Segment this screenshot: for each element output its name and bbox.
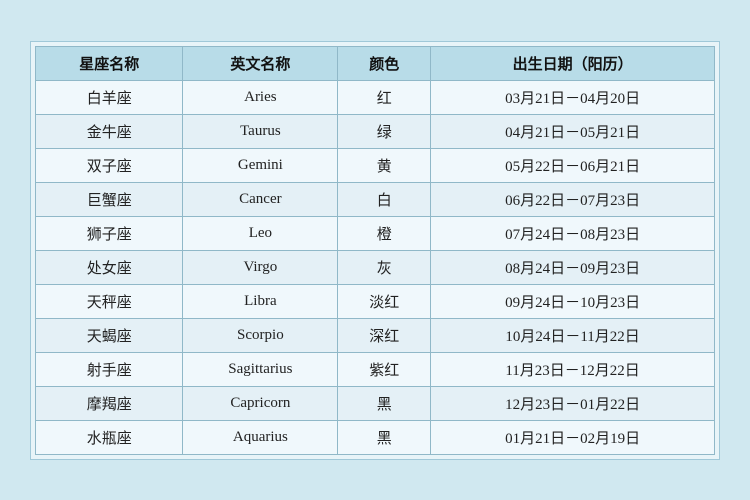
table-row: 摩羯座Capricorn黑12月23日－01月22日 <box>36 386 715 420</box>
cell-chinese-name: 双子座 <box>36 148 183 182</box>
table-row: 白羊座Aries红03月21日－04月20日 <box>36 80 715 114</box>
cell-date: 11月23日－12月22日 <box>431 352 715 386</box>
cell-english-name: Taurus <box>183 114 338 148</box>
cell-date: 05月22日－06月21日 <box>431 148 715 182</box>
table-row: 射手座Sagittarius紫红11月23日－12月22日 <box>36 352 715 386</box>
table-row: 天秤座Libra淡红09月24日－10月23日 <box>36 284 715 318</box>
cell-chinese-name: 射手座 <box>36 352 183 386</box>
cell-english-name: Aquarius <box>183 420 338 454</box>
cell-english-name: Aries <box>183 80 338 114</box>
cell-english-name: Leo <box>183 216 338 250</box>
cell-chinese-name: 金牛座 <box>36 114 183 148</box>
cell-color: 紫红 <box>338 352 431 386</box>
cell-color: 淡红 <box>338 284 431 318</box>
table-row: 巨蟹座Cancer白06月22日－07月23日 <box>36 182 715 216</box>
cell-date: 10月24日－11月22日 <box>431 318 715 352</box>
cell-color: 黄 <box>338 148 431 182</box>
cell-date: 06月22日－07月23日 <box>431 182 715 216</box>
table-row: 处女座Virgo灰08月24日－09月23日 <box>36 250 715 284</box>
cell-color: 深红 <box>338 318 431 352</box>
cell-english-name: Libra <box>183 284 338 318</box>
cell-chinese-name: 天秤座 <box>36 284 183 318</box>
table-row: 水瓶座Aquarius黑01月21日－02月19日 <box>36 420 715 454</box>
zodiac-table: 星座名称 英文名称 颜色 出生日期（阳历） 白羊座Aries红03月21日－04… <box>35 46 715 455</box>
table-row: 双子座Gemini黄05月22日－06月21日 <box>36 148 715 182</box>
header-color: 颜色 <box>338 46 431 80</box>
cell-date: 07月24日－08月23日 <box>431 216 715 250</box>
cell-english-name: Gemini <box>183 148 338 182</box>
cell-date: 03月21日－04月20日 <box>431 80 715 114</box>
table-row: 金牛座Taurus绿04月21日－05月21日 <box>36 114 715 148</box>
header-chinese-name: 星座名称 <box>36 46 183 80</box>
cell-english-name: Sagittarius <box>183 352 338 386</box>
zodiac-table-container: 星座名称 英文名称 颜色 出生日期（阳历） 白羊座Aries红03月21日－04… <box>30 41 720 460</box>
cell-color: 灰 <box>338 250 431 284</box>
cell-english-name: Cancer <box>183 182 338 216</box>
table-row: 天蝎座Scorpio深红10月24日－11月22日 <box>36 318 715 352</box>
cell-english-name: Scorpio <box>183 318 338 352</box>
table-row: 狮子座Leo橙07月24日－08月23日 <box>36 216 715 250</box>
cell-date: 08月24日－09月23日 <box>431 250 715 284</box>
cell-chinese-name: 摩羯座 <box>36 386 183 420</box>
cell-color: 黑 <box>338 420 431 454</box>
cell-chinese-name: 水瓶座 <box>36 420 183 454</box>
cell-chinese-name: 巨蟹座 <box>36 182 183 216</box>
cell-color: 橙 <box>338 216 431 250</box>
cell-chinese-name: 白羊座 <box>36 80 183 114</box>
cell-date: 09月24日－10月23日 <box>431 284 715 318</box>
header-english-name: 英文名称 <box>183 46 338 80</box>
header-date: 出生日期（阳历） <box>431 46 715 80</box>
cell-english-name: Virgo <box>183 250 338 284</box>
cell-date: 01月21日－02月19日 <box>431 420 715 454</box>
cell-english-name: Capricorn <box>183 386 338 420</box>
cell-color: 红 <box>338 80 431 114</box>
cell-color: 绿 <box>338 114 431 148</box>
table-header-row: 星座名称 英文名称 颜色 出生日期（阳历） <box>36 46 715 80</box>
table-body: 白羊座Aries红03月21日－04月20日金牛座Taurus绿04月21日－0… <box>36 80 715 454</box>
cell-chinese-name: 狮子座 <box>36 216 183 250</box>
cell-chinese-name: 天蝎座 <box>36 318 183 352</box>
cell-date: 04月21日－05月21日 <box>431 114 715 148</box>
cell-color: 白 <box>338 182 431 216</box>
cell-chinese-name: 处女座 <box>36 250 183 284</box>
cell-color: 黑 <box>338 386 431 420</box>
cell-date: 12月23日－01月22日 <box>431 386 715 420</box>
